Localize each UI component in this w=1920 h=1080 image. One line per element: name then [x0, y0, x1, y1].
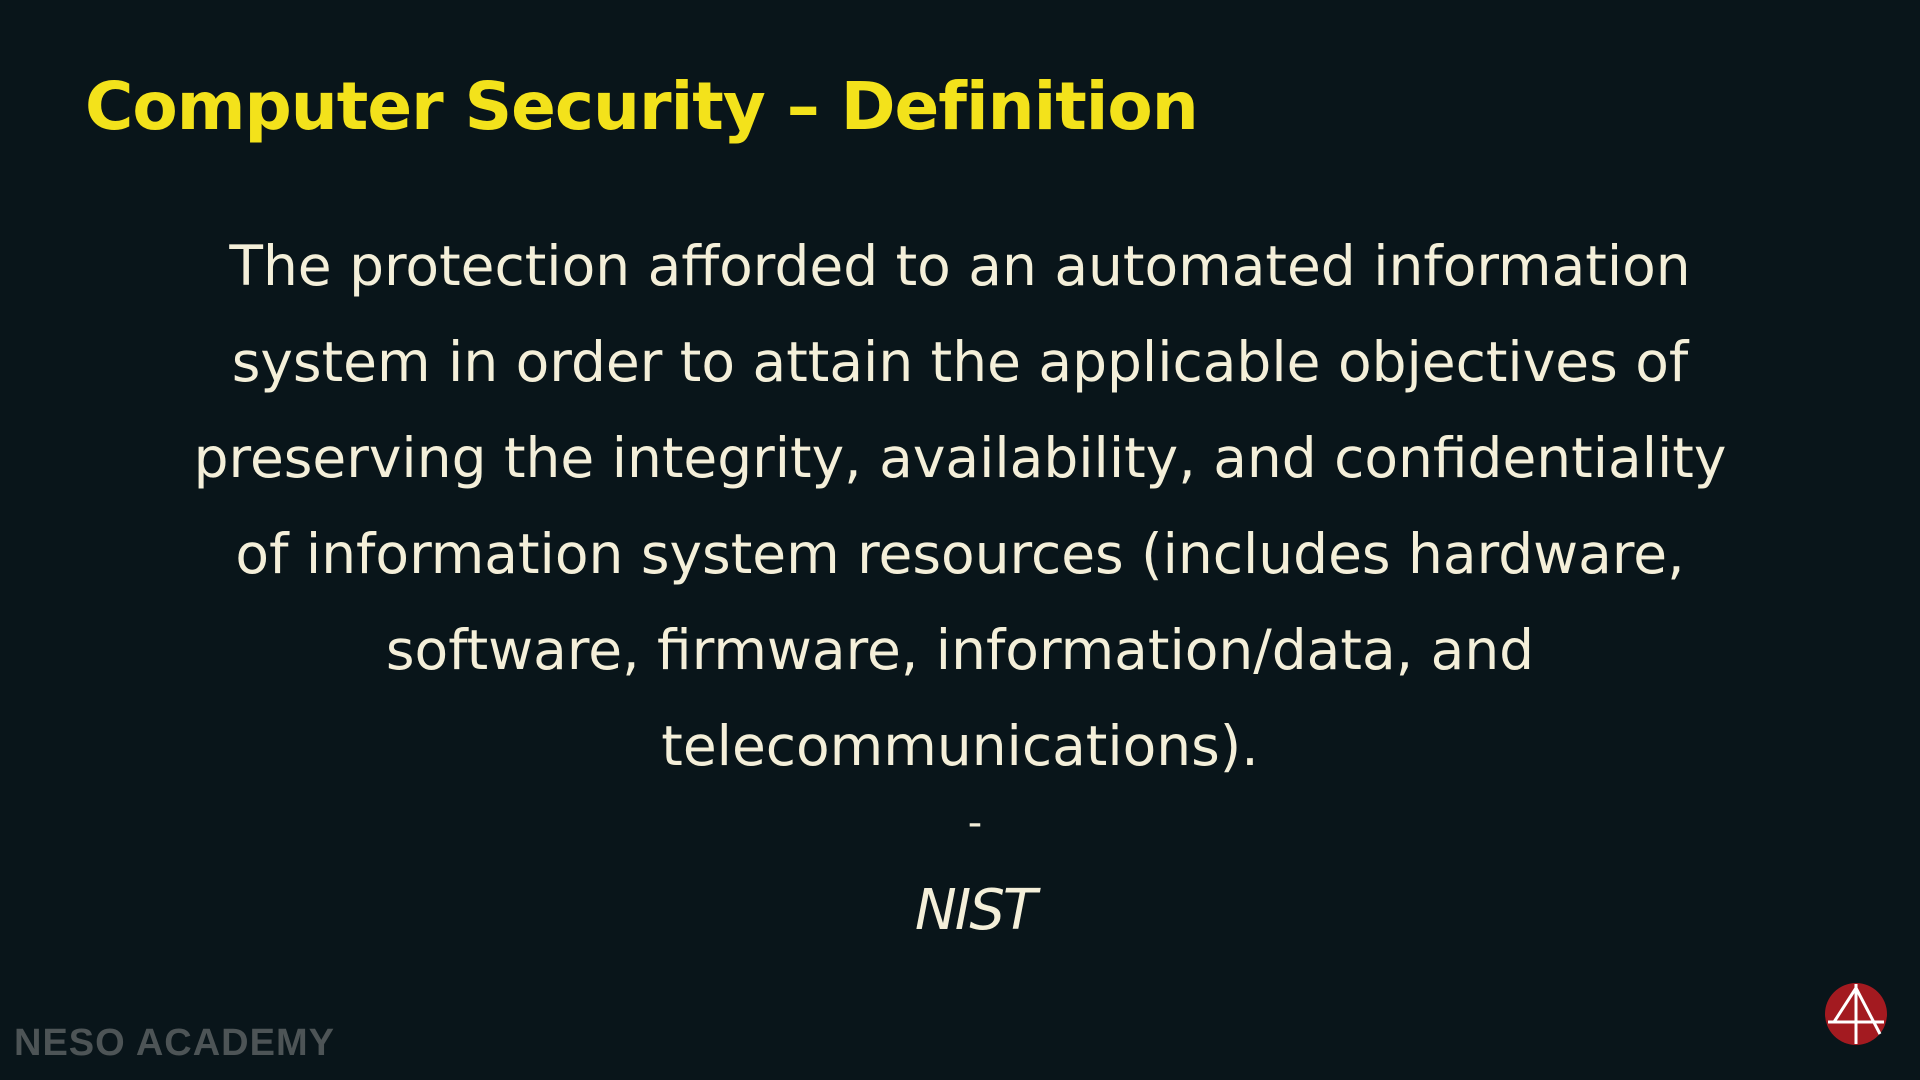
definition-text: The protection afforded to an automated …	[70, 218, 1850, 794]
attribution-dash: -	[967, 800, 983, 846]
slide: Computer Security – Definition The prote…	[0, 0, 1920, 1080]
attribution-source: NIST	[914, 878, 1037, 943]
definition-line: system in order to attain the applicable…	[231, 330, 1689, 394]
slide-title: Computer Security – Definition	[85, 68, 1199, 145]
definition-line: telecommunications).	[661, 714, 1259, 778]
definition-line: of information system resources (include…	[235, 522, 1685, 586]
definition-line: The protection afforded to an automated …	[229, 234, 1691, 298]
neso-academy-logo-icon	[1825, 983, 1887, 1045]
definition-line: software, firmware, information/data, an…	[385, 618, 1535, 682]
definition-line: preserving the integrity, availability, …	[193, 426, 1727, 490]
channel-watermark: NESO ACADEMY	[14, 1022, 335, 1064]
